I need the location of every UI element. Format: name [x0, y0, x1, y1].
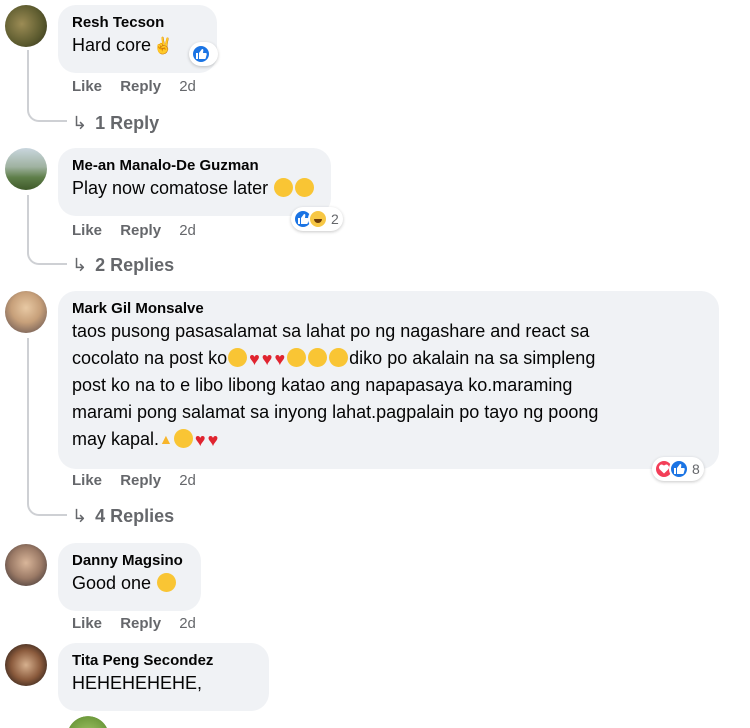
- haha-reaction-icon: [308, 209, 328, 229]
- reply-button[interactable]: Reply: [120, 78, 161, 95]
- laugh-emoji-icon: [274, 178, 294, 197]
- comment-actions: Like Reply 2d: [72, 222, 210, 239]
- reaction-count: 2: [331, 211, 339, 227]
- laugh-emoji-icon: [295, 178, 315, 197]
- kiss-emoji-icon: [329, 348, 349, 367]
- avatar[interactable]: [5, 148, 47, 190]
- comment-author[interactable]: Mark Gil Monsalve: [72, 299, 705, 318]
- laugh-emoji-icon: [157, 573, 177, 592]
- timestamp[interactable]: 2d: [179, 615, 196, 632]
- like-reaction-icon: [669, 459, 689, 479]
- comment-text: Play now comatose later: [72, 175, 315, 202]
- comment-actions: Like Reply 2d: [72, 615, 210, 632]
- peace-hand-emoji-icon: ✌: [153, 38, 173, 55]
- comment-author[interactable]: Resh Tecson: [72, 13, 173, 32]
- reply-arrow-icon: ↳: [72, 113, 88, 133]
- like-button[interactable]: Like: [72, 78, 102, 95]
- replies-count: 2 Replies: [95, 255, 175, 275]
- avatar[interactable]: [5, 5, 47, 47]
- view-replies-button[interactable]: ↳ 2 Replies: [72, 255, 174, 276]
- heart-emoji-icon: ♥: [274, 349, 286, 369]
- comment-author[interactable]: Danny Magsino: [72, 551, 183, 570]
- like-reaction-icon: [191, 44, 211, 64]
- comment-author[interactable]: Me-an Manalo-De Guzman: [72, 156, 315, 175]
- replies-count: 4 Replies: [95, 506, 175, 526]
- reply-arrow-icon: ↳: [72, 255, 88, 275]
- timestamp[interactable]: 2d: [179, 78, 196, 95]
- replies-count: 1 Reply: [95, 113, 160, 133]
- pray-emoji-icon: ▲: [159, 431, 173, 447]
- avatar[interactable]: [5, 291, 47, 333]
- comment-text: taos pusong pasasalamat sa lahat po ng n…: [72, 318, 705, 453]
- like-button[interactable]: Like: [72, 615, 102, 632]
- view-replies-button[interactable]: ↳ 4 Replies: [72, 506, 174, 527]
- comment-bubble: Tita Peng Secondez HEHEHEHEHE,: [58, 643, 270, 711]
- comment-text: Hard core ✌: [72, 32, 173, 60]
- heart-eyes-emoji-icon: [228, 348, 248, 367]
- avatar[interactable]: [5, 544, 47, 586]
- comment-text: Good one: [72, 570, 183, 597]
- reply-button[interactable]: Reply: [120, 222, 161, 239]
- heart-emoji-icon: ♥: [194, 430, 206, 450]
- reply-button[interactable]: Reply: [120, 472, 161, 489]
- reaction-summary[interactable]: [189, 42, 218, 66]
- heart-emoji-icon: ♥: [261, 349, 273, 369]
- partial-avatar: [64, 712, 112, 728]
- heart-emoji-icon: ♥: [207, 430, 219, 450]
- timestamp[interactable]: 2d: [179, 222, 196, 239]
- comment-author[interactable]: Tita Peng Secondez: [72, 651, 213, 670]
- like-button[interactable]: Like: [72, 222, 102, 239]
- kiss-emoji-icon: [308, 348, 328, 367]
- like-button[interactable]: Like: [72, 472, 102, 489]
- comment-bubble: Me-an Manalo-De Guzman Play now comatose…: [58, 148, 332, 216]
- avatar[interactable]: [5, 644, 47, 686]
- timestamp[interactable]: 2d: [179, 472, 196, 489]
- heart-emoji-icon: ♥: [249, 349, 260, 369]
- comment-bubble: Danny Magsino Good one: [58, 543, 201, 611]
- reply-arrow-icon: ↳: [72, 506, 88, 526]
- reaction-count: 8: [692, 461, 700, 477]
- kiss-emoji-icon: [287, 348, 307, 367]
- view-replies-button[interactable]: ↳ 1 Reply: [72, 113, 159, 134]
- comment-bubble: Mark Gil Monsalve taos pusong pasasalama…: [58, 291, 719, 469]
- reply-button[interactable]: Reply: [120, 615, 161, 632]
- reaction-summary[interactable]: 8: [652, 457, 704, 481]
- heart-eyes-emoji-icon: [173, 429, 193, 448]
- reaction-summary[interactable]: 2: [291, 207, 343, 231]
- comment-text: HEHEHEHEHE,: [72, 673, 203, 693]
- comment-actions: Like Reply 2d: [72, 78, 210, 95]
- comment-actions: Like Reply 2d: [72, 472, 210, 489]
